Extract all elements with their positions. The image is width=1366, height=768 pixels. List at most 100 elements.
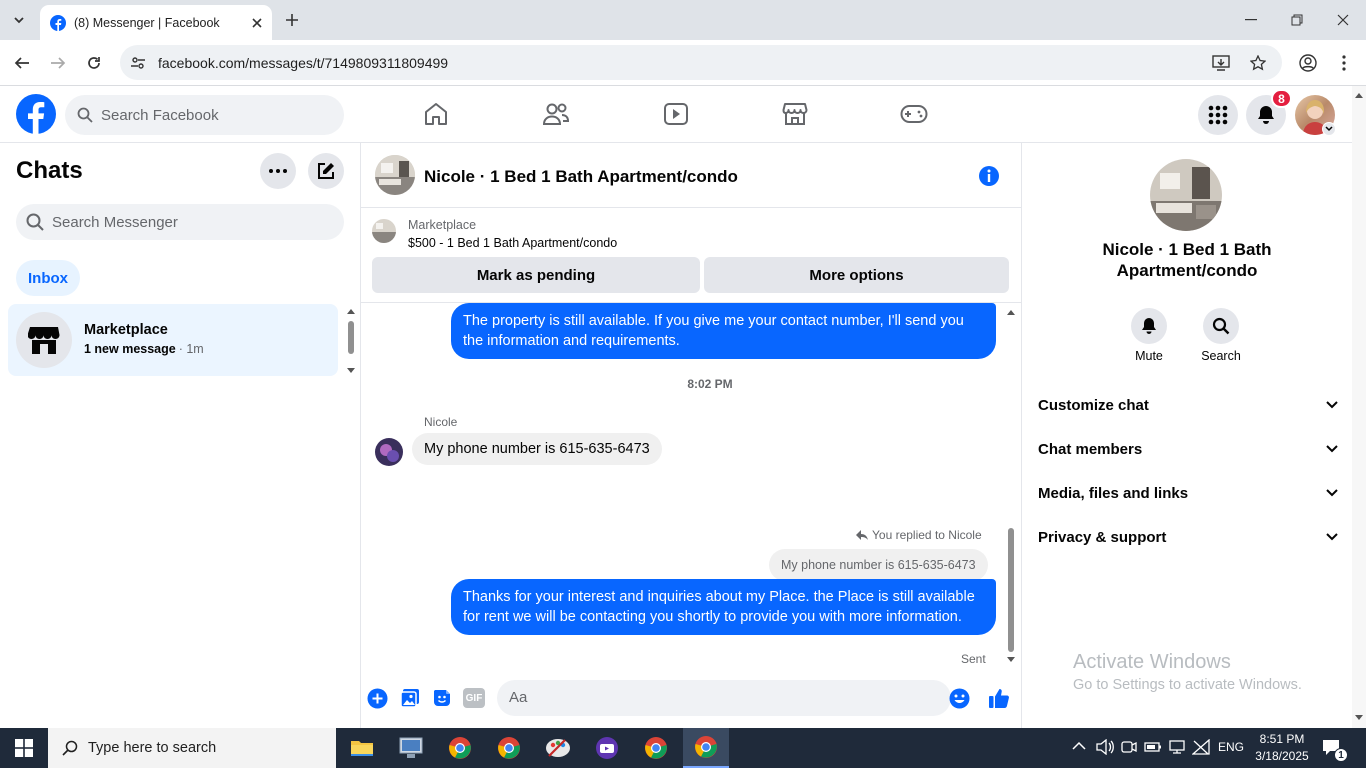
close-tab-icon[interactable] bbox=[252, 17, 262, 28]
chrome-active-icon[interactable] bbox=[683, 728, 729, 768]
more-actions-plus-icon[interactable] bbox=[367, 688, 388, 709]
sticker-icon[interactable] bbox=[432, 688, 452, 708]
like-thumb-icon[interactable] bbox=[988, 687, 1010, 709]
details-avatar[interactable] bbox=[1150, 159, 1222, 231]
paint-app-icon[interactable] bbox=[541, 732, 575, 764]
chrome-profile-2-icon[interactable] bbox=[492, 732, 526, 764]
conversation-header: Nicole · 1 Bed 1 Bath Apartment/condo bbox=[361, 143, 1021, 208]
composer-placeholder: Aa bbox=[509, 689, 528, 706]
forward-icon[interactable] bbox=[42, 47, 74, 79]
chat-list-scrollbar[interactable] bbox=[346, 307, 356, 375]
network-icon[interactable] bbox=[1168, 739, 1186, 755]
back-icon[interactable] bbox=[6, 47, 38, 79]
listing-title[interactable]: $500 - 1 Bed 1 Bath Apartment/condo bbox=[408, 236, 617, 250]
page-scrollbar[interactable] bbox=[1352, 86, 1366, 728]
search-icon bbox=[26, 213, 44, 231]
bookmark-star-icon[interactable] bbox=[1250, 54, 1266, 71]
friends-nav-icon[interactable] bbox=[536, 94, 576, 134]
browser-menu-icon[interactable] bbox=[1328, 47, 1360, 79]
account-chevron-icon[interactable] bbox=[1322, 122, 1336, 136]
incoming-message[interactable]: My phone number is 615-635-6473 bbox=[412, 433, 662, 465]
conversation-info-icon[interactable] bbox=[978, 165, 1000, 187]
new-tab-icon[interactable] bbox=[282, 10, 302, 30]
chrome-profile-3-icon[interactable] bbox=[639, 732, 673, 764]
windows-taskbar: Type here to search ENG 8:51 PM 3/18/202… bbox=[0, 728, 1366, 768]
mute-bell-icon[interactable] bbox=[1131, 308, 1167, 344]
customize-chat-section[interactable]: Customize chat bbox=[1038, 383, 1338, 427]
messenger-search-placeholder: Search Messenger bbox=[52, 213, 178, 231]
conversation-title[interactable]: Nicole · 1 Bed 1 Bath Apartment/condo bbox=[424, 167, 738, 187]
tab-title: (8) Messenger | Facebook bbox=[74, 15, 220, 30]
show-hidden-icons-chevron-icon[interactable] bbox=[1072, 741, 1086, 751]
message-timestamp: 8:02 PM bbox=[687, 377, 733, 391]
profile-icon[interactable] bbox=[1292, 47, 1324, 79]
browser-tab[interactable]: (8) Messenger | Facebook bbox=[40, 5, 272, 40]
address-toolbar: facebook.com/messages/t/7149809311809499 bbox=[0, 40, 1366, 86]
gaming-nav-icon[interactable] bbox=[894, 94, 934, 134]
chats-sidebar: Chats Search Messenger Inbox Marketplace… bbox=[0, 143, 361, 728]
input-language[interactable]: ENG bbox=[1218, 740, 1244, 754]
new-message-icon[interactable] bbox=[308, 153, 344, 189]
marketplace-store-icon bbox=[28, 327, 60, 354]
outgoing-message[interactable]: Thanks for your interest and inquiries a… bbox=[451, 579, 996, 635]
activate-windows-subtitle: Go to Settings to activate Windows. bbox=[1073, 677, 1302, 693]
chat-list-item[interactable]: Marketplace 1 new message · 1m bbox=[8, 304, 338, 376]
attach-photo-icon[interactable] bbox=[400, 688, 420, 708]
volume-icon[interactable] bbox=[1096, 739, 1114, 755]
gif-icon[interactable]: GIF bbox=[463, 688, 485, 708]
marketplace-nav-icon[interactable] bbox=[775, 94, 815, 134]
iptv-app-icon[interactable] bbox=[590, 732, 624, 764]
battery-icon[interactable] bbox=[1144, 739, 1162, 755]
system-clock[interactable]: 8:51 PM 3/18/2025 bbox=[1250, 731, 1314, 765]
quoted-message[interactable]: My phone number is 615-635-6473 bbox=[769, 549, 988, 581]
meet-now-icon[interactable] bbox=[1121, 739, 1137, 755]
chrome-profile-1-icon[interactable] bbox=[443, 732, 477, 764]
search-label[interactable]: Search bbox=[1191, 349, 1251, 363]
home-nav-icon[interactable] bbox=[416, 94, 456, 134]
messages-scrollbar[interactable] bbox=[1006, 306, 1016, 666]
tab-search-chevron-icon[interactable] bbox=[8, 9, 30, 31]
marketplace-avatar bbox=[16, 312, 72, 368]
sender-avatar[interactable] bbox=[375, 438, 403, 466]
video-nav-icon[interactable] bbox=[656, 94, 696, 134]
url-text: facebook.com/messages/t/7149809311809499 bbox=[158, 54, 449, 71]
mark-as-pending-button[interactable]: Mark as pending bbox=[372, 257, 700, 293]
mute-label[interactable]: Mute bbox=[1119, 349, 1179, 363]
menu-grid-icon[interactable] bbox=[1198, 95, 1238, 135]
customize-chat-label: Customize chat bbox=[1038, 396, 1149, 414]
inbox-filter-button[interactable]: Inbox bbox=[16, 260, 80, 296]
more-options-button[interactable]: More options bbox=[704, 257, 1009, 293]
message-composer-input[interactable]: Aa bbox=[497, 680, 970, 716]
search-in-conversation-icon[interactable] bbox=[1203, 308, 1239, 344]
minimize-icon[interactable] bbox=[1228, 0, 1274, 40]
install-app-icon[interactable] bbox=[1212, 54, 1230, 71]
outgoing-message[interactable]: The property is still available. If you … bbox=[451, 303, 996, 359]
marketplace-label: Marketplace bbox=[408, 218, 477, 232]
site-settings-icon[interactable] bbox=[130, 55, 146, 71]
file-explorer-icon[interactable] bbox=[345, 732, 379, 764]
omnibox[interactable]: facebook.com/messages/t/7149809311809499 bbox=[120, 45, 1282, 80]
listing-avatar[interactable] bbox=[375, 155, 415, 195]
chevron-down-icon bbox=[1326, 401, 1338, 409]
media-files-links-section[interactable]: Media, files and links bbox=[1038, 471, 1338, 515]
privacy-support-label: Privacy & support bbox=[1038, 528, 1167, 546]
clock-date: 3/18/2025 bbox=[1255, 749, 1309, 763]
chat-members-section[interactable]: Chat members bbox=[1038, 427, 1338, 471]
close-window-icon[interactable] bbox=[1320, 0, 1366, 40]
facebook-search-input[interactable]: Search Facebook bbox=[65, 95, 344, 135]
sender-name: Nicole bbox=[424, 415, 458, 429]
messenger-search-input[interactable]: Search Messenger bbox=[16, 204, 344, 240]
reload-icon[interactable] bbox=[78, 47, 110, 79]
wifi-off-icon[interactable] bbox=[1192, 739, 1210, 755]
restore-icon[interactable] bbox=[1274, 0, 1320, 40]
chat-name: Marketplace bbox=[84, 322, 168, 338]
privacy-support-section[interactable]: Privacy & support bbox=[1038, 515, 1338, 559]
chat-options-icon[interactable] bbox=[260, 153, 296, 189]
remote-desktop-icon[interactable] bbox=[394, 732, 428, 764]
clock-time: 8:51 PM bbox=[1259, 732, 1305, 746]
facebook-logo-icon[interactable] bbox=[16, 94, 56, 134]
windows-start-icon[interactable] bbox=[0, 728, 48, 768]
emoji-icon[interactable] bbox=[949, 688, 970, 709]
chevron-down-icon bbox=[1326, 489, 1338, 497]
taskbar-search-input[interactable]: Type here to search bbox=[48, 728, 336, 768]
